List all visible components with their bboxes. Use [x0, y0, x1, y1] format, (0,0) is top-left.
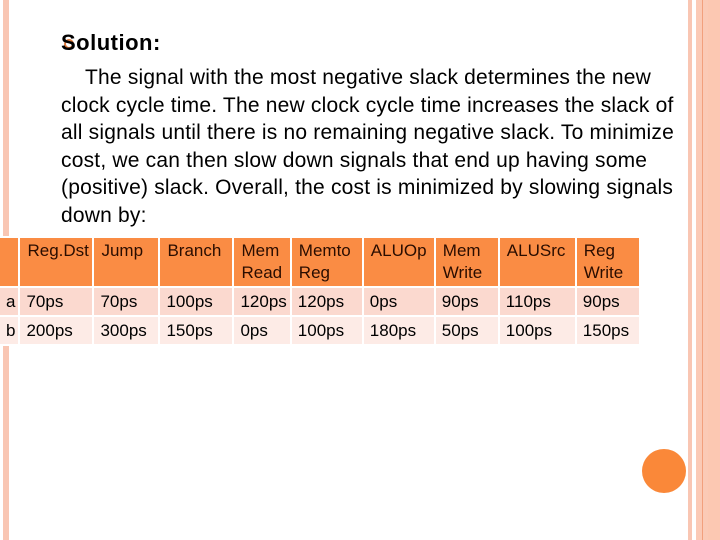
- header-cell-regwrite: Reg Write: [576, 238, 639, 286]
- table-cell: 50ps: [435, 317, 498, 344]
- slack-table: Reg.Dst Jump Branch Mem Read Memto Reg A…: [0, 236, 641, 346]
- header-cell-regdst: Reg.Dst: [20, 238, 93, 286]
- row-label: b: [0, 317, 19, 344]
- solution-heading: Solution:: [61, 30, 161, 55]
- header-cell-corner: [0, 238, 19, 286]
- table-cell: 0ps: [234, 317, 290, 344]
- header-cell-alusrc: ALUSrc: [499, 238, 575, 286]
- header-cell-jump: Jump: [94, 238, 159, 286]
- stripe: [702, 0, 703, 540]
- table-row: a 70ps 70ps 100ps 120ps 120ps 0ps 90ps 1…: [0, 288, 639, 315]
- slide-content: Solution: The signal with the most negat…: [40, 28, 680, 227]
- table-cell: 150ps: [160, 317, 233, 344]
- header-cell-memtoreg: Memto Reg: [291, 238, 362, 286]
- stripe: [708, 0, 720, 540]
- row-label: a: [0, 288, 19, 315]
- table-cell: 100ps: [291, 317, 362, 344]
- table-cell: 100ps: [499, 317, 575, 344]
- table-cell: 200ps: [20, 317, 93, 344]
- table-header-row: Reg.Dst Jump Branch Mem Read Memto Reg A…: [0, 238, 639, 286]
- table-cell: 120ps: [291, 288, 362, 315]
- table-row: b 200ps 300ps 150ps 0ps 100ps 180ps 50ps…: [0, 317, 639, 344]
- header-cell-memwrite: Mem Write: [435, 238, 498, 286]
- decorative-orange-circle: [642, 449, 686, 493]
- right-decorative-stripes: [688, 0, 720, 540]
- table-cell: 180ps: [363, 317, 434, 344]
- table-cell: 150ps: [576, 317, 639, 344]
- solution-paragraph: The signal with the most negative slack …: [61, 66, 674, 227]
- table-cell: 70ps: [20, 288, 93, 315]
- table-cell: 110ps: [499, 288, 575, 315]
- table-cell: 0ps: [363, 288, 434, 315]
- table-cell: 90ps: [435, 288, 498, 315]
- table-cell: 100ps: [160, 288, 233, 315]
- table-cell: 300ps: [94, 317, 159, 344]
- header-cell-aluop: ALUOp: [363, 238, 434, 286]
- header-cell-memread: Mem Read: [234, 238, 290, 286]
- table-cell: 70ps: [94, 288, 159, 315]
- table-cell: 90ps: [576, 288, 639, 315]
- header-cell-branch: Branch: [160, 238, 233, 286]
- table-cell: 120ps: [234, 288, 290, 315]
